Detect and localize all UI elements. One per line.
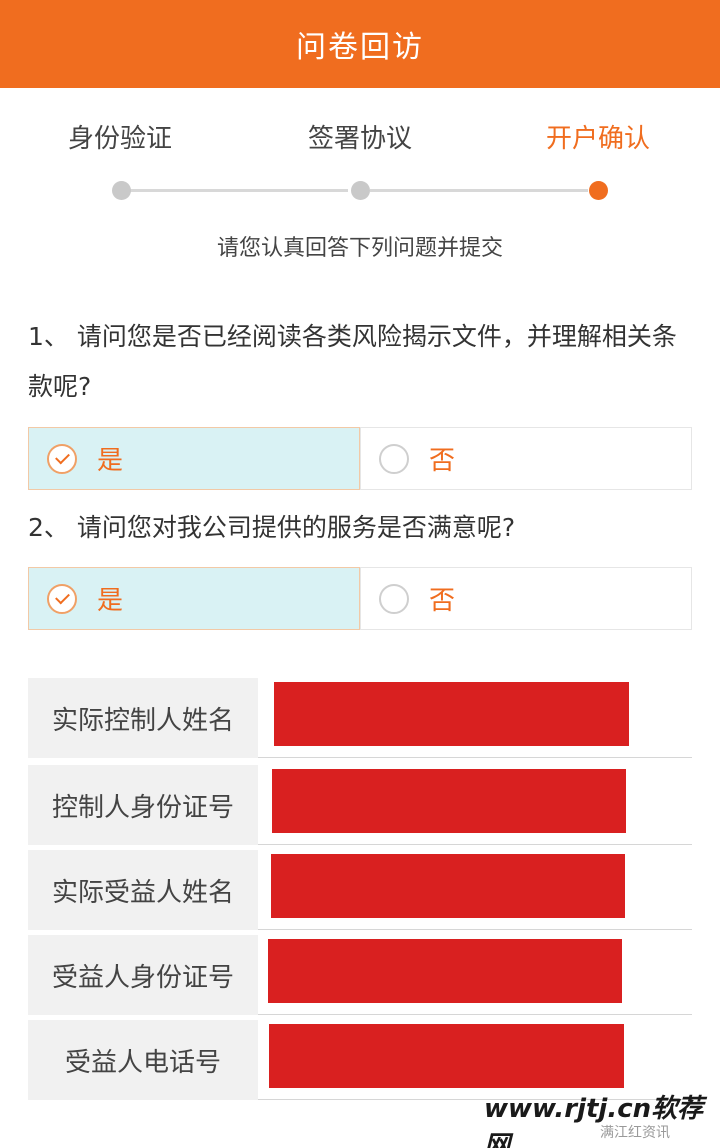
question-1-option-no[interactable]: 否 xyxy=(360,427,692,490)
question-1-options: 是 否 xyxy=(28,427,692,490)
option-label: 是 xyxy=(97,586,124,616)
step-connector-2 xyxy=(370,189,588,192)
info-label: 控制人身份证号 xyxy=(28,765,258,845)
info-label: 受益人电话号 xyxy=(28,1020,258,1100)
question-1-option-yes[interactable]: 是 xyxy=(28,427,360,490)
page-title: 问卷回访 xyxy=(296,30,424,65)
step-connector-1 xyxy=(130,189,348,192)
header-bar: 问卷回访 xyxy=(0,0,720,88)
step-label-identity: 身份验证 xyxy=(67,124,172,154)
info-label: 受益人身份证号 xyxy=(28,935,258,1015)
redacted-value[interactable] xyxy=(274,682,629,746)
question-1-text: 1、 请问您是否已经阅读各类风险揭示文件，并理解相关条款呢? xyxy=(28,322,677,401)
redacted-value[interactable] xyxy=(272,769,626,833)
check-icon xyxy=(54,449,70,465)
info-label: 实际受益人姓名 xyxy=(28,850,258,930)
info-row-controller-name: 实际控制人姓名 xyxy=(28,678,692,758)
watermark-subtext: 满江红资讯 xyxy=(600,1125,670,1141)
info-label: 实际控制人姓名 xyxy=(28,678,258,758)
radio-checked-icon xyxy=(47,583,77,614)
redacted-value[interactable] xyxy=(268,939,622,1003)
info-row-beneficiary-id: 受益人身份证号 xyxy=(28,935,692,1015)
step-dot-confirm xyxy=(589,181,608,200)
question-2-options: 是 否 xyxy=(28,567,692,630)
redacted-value[interactable] xyxy=(271,854,625,918)
radio-unchecked-icon xyxy=(379,583,409,614)
option-label: 是 xyxy=(97,446,124,476)
info-row-controller-id: 控制人身份证号 xyxy=(28,765,692,845)
question-2-option-yes[interactable]: 是 xyxy=(28,567,360,630)
question-2-text: 2、 请问您对我公司提供的服务是否满意呢? xyxy=(28,513,516,542)
radio-checked-icon xyxy=(47,443,77,474)
option-label: 否 xyxy=(429,446,456,476)
option-label: 否 xyxy=(429,586,456,616)
radio-unchecked-icon xyxy=(379,443,409,474)
step-dot-agreement xyxy=(351,181,370,200)
step-dot-identity xyxy=(112,181,131,200)
step-label-agreement: 签署协议 xyxy=(307,124,412,154)
check-icon xyxy=(54,589,70,605)
info-row-beneficiary-name: 实际受益人姓名 xyxy=(28,850,692,930)
redacted-value[interactable] xyxy=(269,1024,624,1088)
question-2-option-no[interactable]: 否 xyxy=(360,567,692,630)
instruction-text: 请您认真回答下列问题并提交 xyxy=(216,236,503,261)
step-label-confirm: 开户确认 xyxy=(545,124,650,154)
